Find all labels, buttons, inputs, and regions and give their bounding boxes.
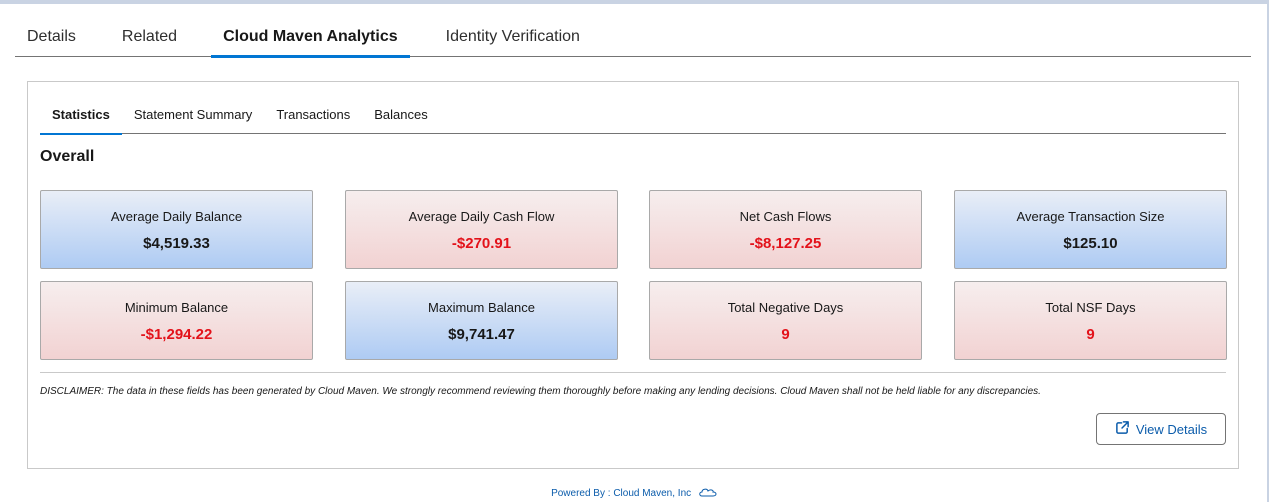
stat-average-transaction-size: Average Transaction Size $125.10 [954,190,1227,269]
stat-total-nsf-days: Total NSF Days 9 [954,281,1227,360]
stat-value: $9,741.47 [448,326,515,343]
main-tab-bar: Details Related Cloud Maven Analytics Id… [15,18,1251,58]
stat-label: Maximum Balance [428,300,535,315]
stat-average-daily-cash-flow: Average Daily Cash Flow -$270.91 [345,190,618,269]
tab-identity-verification[interactable]: Identity Verification [434,18,592,57]
external-link-icon [1115,420,1130,438]
stat-average-daily-balance: Average Daily Balance $4,519.33 [40,190,313,269]
view-details-label: View Details [1135,421,1208,437]
tab-details[interactable]: Details [15,18,88,57]
stat-value: 9 [1086,326,1095,343]
stat-label: Average Transaction Size [1016,209,1165,224]
tab-statement-summary[interactable]: Statement Summary [122,102,265,134]
stat-value: -$8,127.25 [749,235,822,252]
tab-related[interactable]: Related [110,18,189,57]
stat-maximum-balance: Maximum Balance $9,741.47 [345,281,618,360]
tab-transactions[interactable]: Transactions [264,102,362,134]
stat-value: $4,519.33 [143,235,210,252]
tab-cloud-maven-analytics[interactable]: Cloud Maven Analytics [211,18,410,58]
footer-text: Powered By : Cloud Maven, Inc [551,488,692,500]
stat-label: Minimum Balance [124,300,229,315]
section-title: Overall [40,148,95,165]
view-details-button[interactable]: View Details [1096,413,1226,445]
top-border [0,0,1269,4]
stat-label: Average Daily Cash Flow [408,209,555,224]
sub-tab-bar: Statistics Statement Summary Transaction… [40,102,1226,135]
stat-value: $125.10 [1063,235,1118,252]
tab-statistics[interactable]: Statistics [40,102,122,135]
stat-value: -$270.91 [451,235,512,252]
divider [40,372,1226,373]
cloud-icon [698,487,718,500]
powered-by-footer: Powered By : Cloud Maven, Inc [0,487,1269,500]
stat-label: Total Negative Days [727,300,844,315]
stat-value: -$1,294.22 [140,326,213,343]
stat-value: 9 [781,326,790,343]
stat-net-cash-flows: Net Cash Flows -$8,127.25 [649,190,922,269]
stat-minimum-balance: Minimum Balance -$1,294.22 [40,281,313,360]
stat-total-negative-days: Total Negative Days 9 [649,281,922,360]
disclaimer-text: DISCLAIMER: The data in these fields has… [40,386,1041,397]
stat-label: Net Cash Flows [739,209,832,224]
tab-balances[interactable]: Balances [362,102,439,134]
stat-label: Average Daily Balance [110,209,243,224]
analytics-card: Statistics Statement Summary Transaction… [27,81,1239,469]
stat-label: Total NSF Days [1045,300,1136,315]
